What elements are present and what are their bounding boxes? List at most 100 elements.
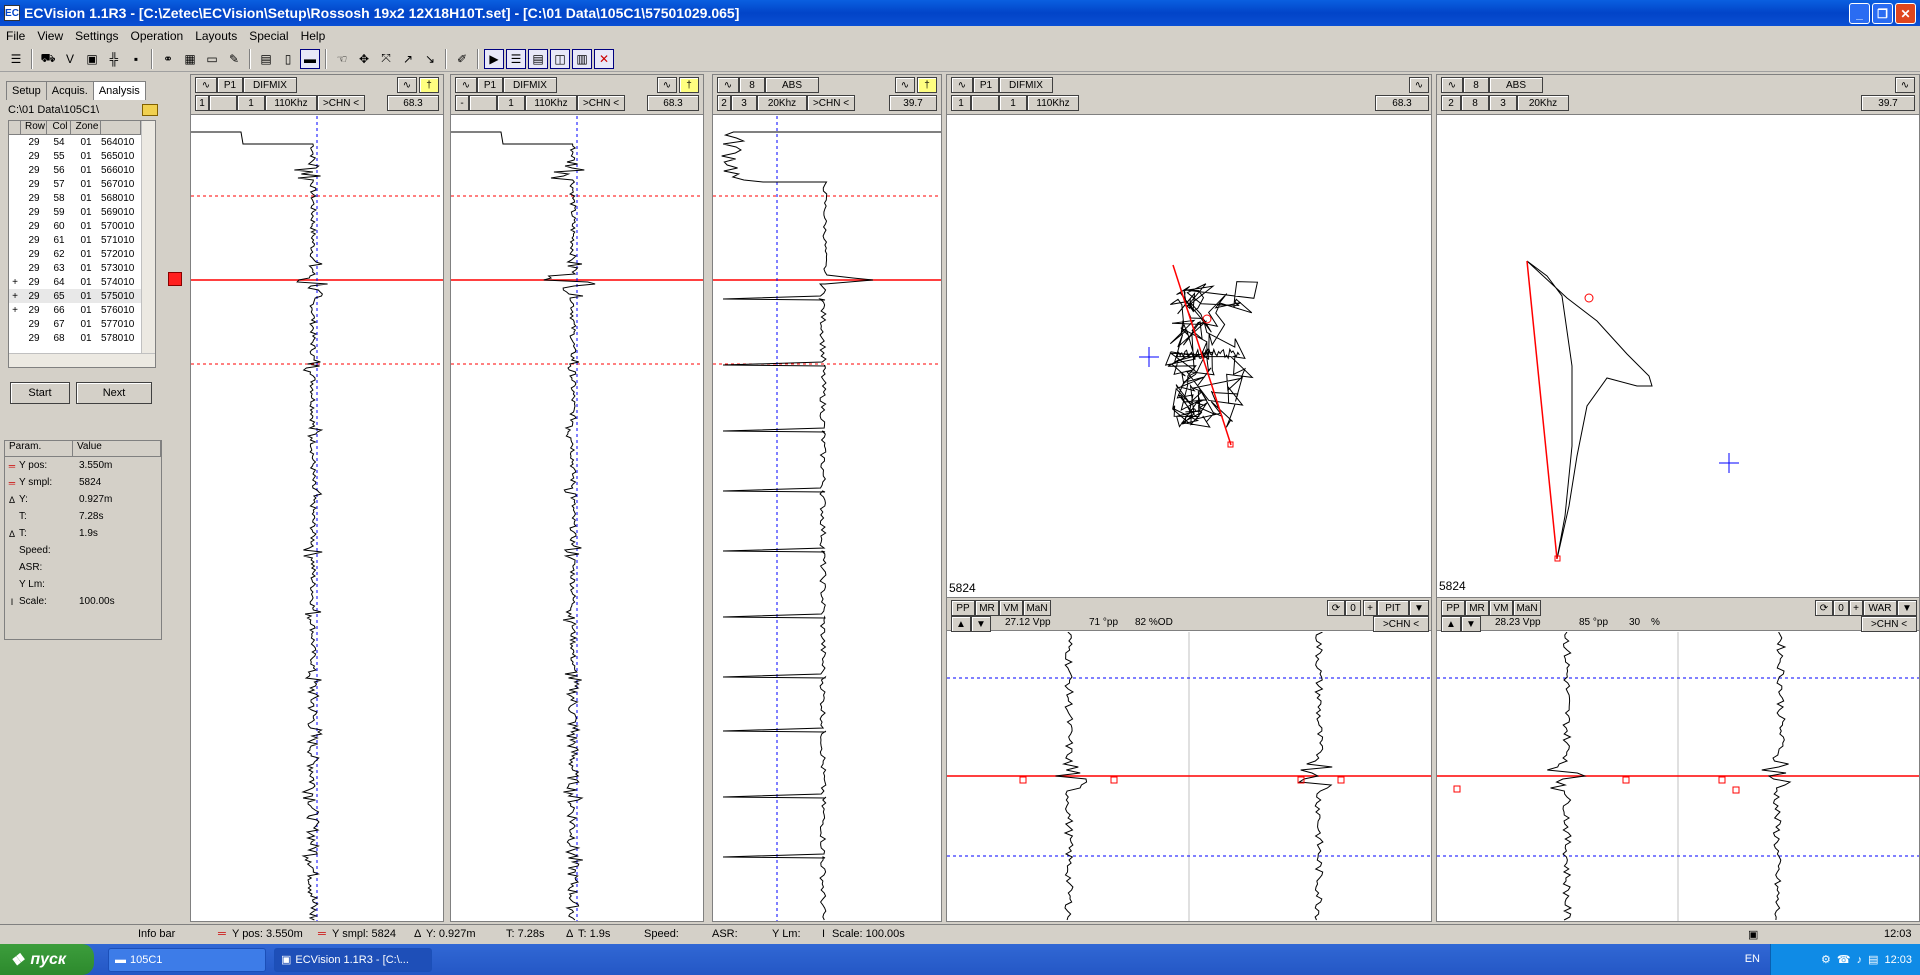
- arrow-down-icon[interactable]: ▼: [1461, 616, 1481, 632]
- menu-help[interactable]: Help: [295, 29, 332, 43]
- tab-analysis[interactable]: Analysis: [92, 81, 146, 100]
- language-indicator[interactable]: EN: [1745, 953, 1760, 965]
- document-icon[interactable]: ▤: [256, 49, 276, 69]
- strip-2-chn[interactable]: >CHN <: [577, 95, 625, 111]
- lissa-1-mode[interactable]: DIFMIX: [999, 77, 1053, 93]
- menu-view[interactable]: View: [31, 29, 69, 43]
- lissa-2-frequency[interactable]: 20Khz: [1517, 95, 1569, 111]
- waveform-icon[interactable]: ∿: [895, 77, 915, 93]
- lissa-2-probe-no[interactable]: 8: [1461, 95, 1489, 111]
- strip-1-chn[interactable]: >CHN <: [317, 95, 365, 111]
- strip-chart-2[interactable]: ∿ P1 DIFMIX ∿ † - 1 110Khz >CHN < 68.3: [450, 74, 704, 922]
- lissa-2-plot[interactable]: [1437, 116, 1919, 586]
- lissa-2-probe[interactable]: 8: [1463, 77, 1489, 93]
- waveform-icon[interactable]: ∿: [397, 77, 417, 93]
- marker2-icon[interactable]: ↘: [420, 49, 440, 69]
- col-zone[interactable]: Zone: [71, 121, 101, 134]
- tube-list[interactable]: Row Col Zone 29 54 01 564010 29 55 01 565010 29 5…: [8, 120, 156, 368]
- waveform-icon[interactable]: ∿: [195, 77, 217, 93]
- strip-chart-1[interactable]: ∿ P1 DIFMIX ∿ † 1 1 110Khz >CHN < 68.3: [190, 74, 444, 922]
- waveform-icon[interactable]: ∿: [951, 77, 973, 93]
- menu-layouts[interactable]: Layouts: [189, 29, 243, 43]
- table-row[interactable]: +29 66 01 576010: [9, 303, 155, 317]
- arrow-up-icon[interactable]: ▲: [1441, 616, 1461, 632]
- waveform-icon[interactable]: ∿: [455, 77, 477, 93]
- list-horizontal-scrollbar[interactable]: [9, 353, 155, 367]
- play-icon[interactable]: ▶: [484, 48, 504, 69]
- lissajous-panel-1[interactable]: ∿ P1 DIFMIX ∿ 1 1 110Khz 68.3 5824 PP MR…: [946, 74, 1432, 922]
- strip-2-trace-area[interactable]: [451, 116, 703, 921]
- lissa-1-chn[interactable]: >CHN <: [1373, 616, 1429, 632]
- tray-icon[interactable]: ▤: [1868, 953, 1878, 966]
- pen-icon[interactable]: ✎: [224, 49, 244, 69]
- strip-1-sub[interactable]: 1: [237, 95, 265, 111]
- lissa-2-chn[interactable]: >CHN <: [1861, 616, 1917, 632]
- strip-1-channel[interactable]: 1: [195, 95, 209, 111]
- vm-button[interactable]: VM: [1489, 600, 1513, 616]
- lissa-1-counter[interactable]: 0: [1345, 600, 1361, 616]
- table-row[interactable]: 29 67 01 577010: [9, 317, 155, 331]
- lissa-1-probe[interactable]: P1: [973, 77, 999, 93]
- strip-2-blank[interactable]: [469, 95, 497, 111]
- lissa-1-sub[interactable]: 1: [999, 95, 1027, 111]
- table-row[interactable]: 29 56 01 566010: [9, 163, 155, 177]
- strip-1-probe[interactable]: P1: [217, 77, 243, 93]
- col-file[interactable]: [101, 121, 141, 134]
- strip-1-frequency[interactable]: 110Khz: [265, 95, 317, 111]
- strip-3-sub[interactable]: 3: [731, 95, 757, 111]
- move-icon[interactable]: ✥: [354, 49, 374, 69]
- strip-chart-3[interactable]: ∿ 8 ABS ∿ † 2 3 20Khz >CHN < 39.7: [712, 74, 942, 922]
- col-col[interactable]: Col: [47, 121, 71, 134]
- lissa-2-sub[interactable]: 3: [1489, 95, 1517, 111]
- table-row[interactable]: 29 68 01 578010: [9, 331, 155, 345]
- instrument-icon[interactable]: ▣: [82, 49, 102, 69]
- table-row[interactable]: 29 55 01 565010: [9, 149, 155, 163]
- lissa-1-channel[interactable]: 1: [951, 95, 971, 111]
- waveform-icon[interactable]: ∿: [1409, 77, 1429, 93]
- pointer-icon[interactable]: ☜: [332, 49, 352, 69]
- task-explorer[interactable]: ▬ 105C1: [108, 947, 266, 972]
- layout1-icon[interactable]: ☰: [506, 48, 526, 69]
- lissa-1-strip[interactable]: [947, 632, 1431, 921]
- cursor-tool-icon[interactable]: †: [419, 77, 439, 93]
- save-icon[interactable]: ▪: [126, 49, 146, 69]
- table-row[interactable]: 29 63 01 573010: [9, 261, 155, 275]
- strip-2-probe[interactable]: P1: [477, 77, 503, 93]
- menu-special[interactable]: Special: [243, 29, 294, 43]
- lissa-2-counter[interactable]: 0: [1833, 600, 1849, 616]
- chevron-down-icon[interactable]: ▼: [1897, 600, 1917, 616]
- mr-button[interactable]: MR: [1465, 600, 1489, 616]
- panel-icon[interactable]: ▭: [202, 49, 222, 69]
- strip-3-probe[interactable]: 8: [739, 77, 765, 93]
- lissa-1-flaw-code[interactable]: PIT: [1377, 600, 1409, 616]
- menu-settings[interactable]: Settings: [69, 29, 124, 43]
- waveform-icon[interactable]: ∿: [717, 77, 739, 93]
- chevron-down-icon[interactable]: ▼: [1409, 600, 1429, 616]
- layout3-icon[interactable]: ◫: [550, 48, 570, 69]
- start-button[interactable]: ❖ пуск: [0, 944, 94, 975]
- strip-3-frequency[interactable]: 20Khz: [757, 95, 807, 111]
- lissa-1-plot[interactable]: [947, 116, 1431, 590]
- tray-icon[interactable]: ♪: [1857, 954, 1863, 966]
- mixer-icon[interactable]: ╬: [104, 49, 124, 69]
- strip-1-blank[interactable]: [209, 95, 237, 111]
- v-icon[interactable]: V: [60, 49, 80, 69]
- lissa-2-channel[interactable]: 2: [1441, 95, 1461, 111]
- cursor-marker-icon[interactable]: [168, 272, 182, 286]
- counter-icon[interactable]: ⟳: [1327, 600, 1345, 616]
- cursor-tool-icon[interactable]: †: [917, 77, 937, 93]
- layout4-icon[interactable]: ▥: [572, 48, 592, 69]
- man-button[interactable]: MaN: [1023, 600, 1051, 616]
- strip-2-frequency[interactable]: 110Khz: [525, 95, 577, 111]
- strip-2-sub[interactable]: 1: [497, 95, 525, 111]
- strip-3-mode[interactable]: ABS: [765, 77, 819, 93]
- lissa-1-blank[interactable]: [971, 95, 999, 111]
- strip-1-trace-area[interactable]: [191, 116, 443, 921]
- lissa-2-strip[interactable]: [1437, 632, 1919, 921]
- cursor-tool-icon[interactable]: †: [679, 77, 699, 93]
- table-row[interactable]: 29 58 01 568010: [9, 191, 155, 205]
- folder-icon[interactable]: [142, 104, 158, 116]
- tab-acquisition[interactable]: Acquis.: [45, 81, 94, 100]
- table-row[interactable]: +29 64 01 574010: [9, 275, 155, 289]
- table-row[interactable]: 29 54 01 564010: [9, 135, 155, 149]
